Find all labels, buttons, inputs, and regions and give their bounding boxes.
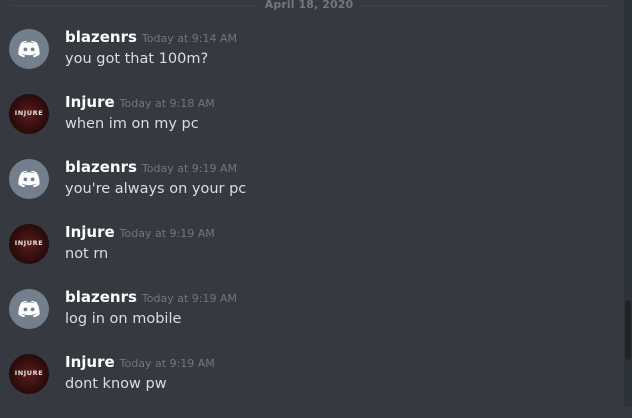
discord-logo-icon[interactable] [9, 159, 49, 199]
username[interactable]: blazenrs [65, 288, 137, 306]
username[interactable]: blazenrs [65, 158, 137, 176]
username[interactable]: Injure [65, 93, 115, 111]
message-content: dont know pw [65, 376, 167, 392]
avatar-logo-text: INJURE [14, 239, 44, 247]
username[interactable]: Injure [65, 223, 115, 241]
injure-logo-avatar[interactable]: INJURE [9, 224, 49, 264]
message-timestamp: Today at 9:19 AM [141, 162, 237, 175]
avatar-logo-text: INJURE [14, 109, 44, 117]
message-timestamp: Today at 9:18 AM [119, 97, 215, 110]
scrollbar-thumb[interactable] [625, 300, 631, 360]
message-content: you're always on your pc [65, 181, 247, 197]
message: INJURE Injure Today at 9:19 AM not rn [0, 222, 600, 288]
message: blazenrs Today at 9:19 AM you're always o… [0, 157, 600, 223]
message-timestamp: Today at 9:19 AM [141, 292, 237, 305]
message-header: Injure Today at 9:18 AM [65, 92, 215, 114]
message: blazenrs Today at 9:14 AM you got that 10… [0, 27, 600, 93]
injure-logo-avatar[interactable]: INJURE [9, 354, 49, 394]
message-content: when im on my pc [65, 116, 199, 132]
chat-scrollbar[interactable] [624, 0, 632, 407]
message-header: blazenrs Today at 9:19 AM [65, 157, 237, 179]
message: INJURE Injure Today at 9:19 AM dont know … [0, 352, 600, 418]
message-header: Injure Today at 9:19 AM [65, 352, 215, 374]
message-content: not rn [65, 246, 109, 262]
discord-logo-icon[interactable] [9, 289, 49, 329]
message: INJURE Injure Today at 9:18 AM when im on… [0, 92, 600, 158]
message-header: blazenrs Today at 9:14 AM [65, 27, 237, 49]
chat-message-list[interactable]: April 18, 2020 blazenrs Today at 9:14 AM … [0, 0, 624, 407]
message-header: Injure Today at 9:19 AM [65, 222, 215, 244]
message-timestamp: Today at 9:19 AM [119, 227, 215, 240]
avatar-logo-text: INJURE [14, 369, 44, 377]
message-timestamp: Today at 9:19 AM [119, 357, 215, 370]
injure-logo-avatar[interactable]: INJURE [9, 94, 49, 134]
date-divider-label: April 18, 2020 [258, 0, 360, 12]
date-divider: April 18, 2020 [12, 0, 606, 12]
message-timestamp: Today at 9:14 AM [141, 32, 237, 45]
discord-logo-icon[interactable] [9, 29, 49, 69]
username[interactable]: Injure [65, 353, 115, 371]
username[interactable]: blazenrs [65, 28, 137, 46]
message-content: log in on mobile [65, 311, 182, 327]
message-content: you got that 100m? [65, 51, 209, 67]
message: blazenrs Today at 9:19 AM log in on mobil… [0, 287, 600, 353]
message-header: blazenrs Today at 9:19 AM [65, 287, 237, 309]
